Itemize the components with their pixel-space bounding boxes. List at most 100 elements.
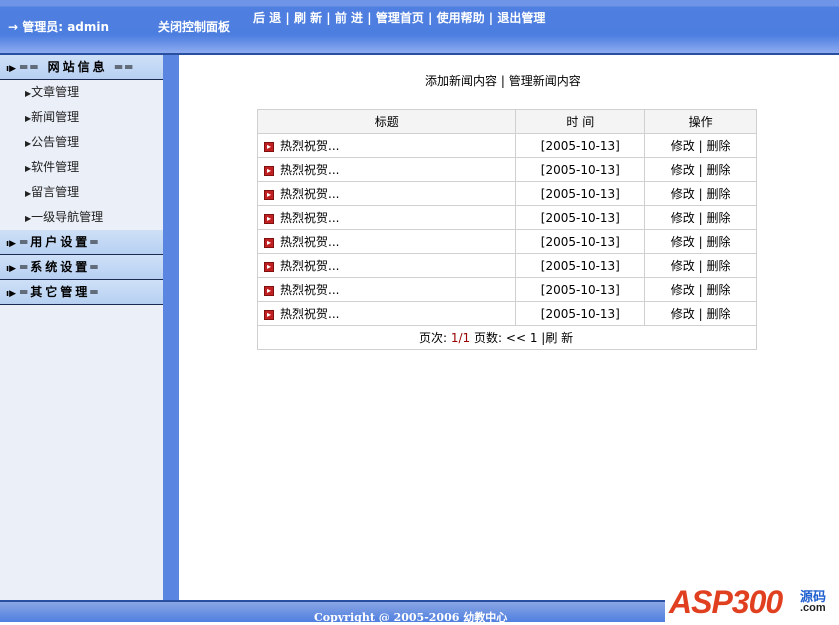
table-row: ▸ 热烈祝贺... [2005-10-13] 修改 | 删除 [256, 181, 757, 206]
news-item-icon: ▸ [264, 213, 274, 224]
sidebar-group-site-info[interactable]: ı▶ ══ 网站信息 ══ [0, 55, 163, 80]
table-row: ▸ 热烈祝贺... [2005-10-13] 修改 | 删除 [256, 205, 757, 230]
col-title: 标题 [256, 109, 517, 134]
news-title-link[interactable]: 热烈祝贺... [280, 259, 339, 273]
col-actions: 操作 [644, 109, 757, 134]
news-table: 标题 时 间 操作 ▸ 热烈祝贺... [2005-10-13] 修改 | 删除 ▸… [256, 109, 757, 350]
delete-link[interactable]: 删除 [706, 163, 730, 177]
prev-page-link[interactable]: << [506, 331, 526, 345]
edit-link[interactable]: 修改 [671, 283, 695, 297]
date-cell: [2005-10-13] [515, 181, 646, 206]
news-item-icon: ▸ [264, 141, 274, 152]
actions-cell: 修改 | 删除 [644, 133, 757, 158]
sidebar-group-label: ══ 网站信息 ══ [20, 60, 136, 74]
title-cell: ▸ 热烈祝贺... [256, 157, 517, 182]
delete-link[interactable]: 删除 [706, 307, 730, 321]
refresh-link[interactable]: |刷 新 [541, 331, 573, 345]
date-cell: [2005-10-13] [515, 229, 646, 254]
edit-link[interactable]: 修改 [671, 163, 695, 177]
admin-label: → 管理员: admin [8, 20, 110, 34]
actions-cell: 修改 | 删除 [644, 253, 757, 278]
sidebar-item-notices[interactable]: ▶公告管理 [0, 130, 163, 155]
actions-cell: 修改 | 删除 [644, 157, 757, 182]
news-title-link[interactable]: 热烈祝贺... [280, 163, 339, 177]
sidebar-item-news[interactable]: ▶新闻管理 [0, 105, 163, 130]
sidebar-toggle-strip[interactable] [163, 55, 179, 600]
table-row: ▸ 热烈祝贺... [2005-10-13] 修改 | 删除 [256, 301, 757, 326]
nav-forward[interactable]: 前 进 [335, 11, 363, 25]
actions-cell: 修改 | 删除 [644, 229, 757, 254]
page-1-link[interactable]: 1 [530, 331, 538, 345]
table-row: ▸ 热烈祝贺... [2005-10-13] 修改 | 删除 [256, 133, 757, 158]
asp300-logo: ASP300 源码 .com [665, 568, 839, 622]
date-cell: [2005-10-13] [515, 157, 646, 182]
col-time: 时 间 [515, 109, 646, 134]
sidebar-group-other[interactable]: ı▶ ═其它管理═ [0, 280, 163, 305]
date-cell: [2005-10-13] [515, 301, 646, 326]
news-item-icon: ▸ [264, 237, 274, 248]
table-row: ▸ 热烈祝贺... [2005-10-13] 修改 | 删除 [256, 253, 757, 278]
pager: 页次: 1/1 页数: << 1 |刷 新 [257, 325, 757, 350]
actions-cell: 修改 | 删除 [644, 301, 757, 326]
nav-admin-home[interactable]: 管理首页 [376, 11, 424, 25]
sidebar-item-messages[interactable]: ▶留言管理 [0, 180, 163, 205]
title-cell: ▸ 热烈祝贺... [256, 253, 517, 278]
table-row: ▸ 热烈祝贺... [2005-10-13] 修改 | 删除 [256, 157, 757, 182]
copyright: Copyright @ 2005-2006 幼教中心 [314, 611, 508, 624]
delete-link[interactable]: 删除 [706, 187, 730, 201]
delete-link[interactable]: 删除 [706, 259, 730, 273]
title-cell: ▸ 热烈祝贺... [256, 301, 517, 326]
title-cell: ▸ 热烈祝贺... [256, 181, 517, 206]
news-item-icon: ▸ [264, 285, 274, 296]
edit-link[interactable]: 修改 [671, 187, 695, 201]
news-title-link[interactable]: 热烈祝贺... [280, 307, 339, 321]
nav-help[interactable]: 使用帮助 [437, 11, 485, 25]
nav-refresh[interactable]: 刷 新 [294, 11, 322, 25]
delete-link[interactable]: 删除 [706, 211, 730, 225]
actions-cell: 修改 | 删除 [644, 205, 757, 230]
actions-cell: 修改 | 删除 [644, 181, 757, 206]
date-cell: [2005-10-13] [515, 133, 646, 158]
top-header: → 管理员: admin 关闭控制面板 后 退 | 刷 新 | 前 进 | 管理… [0, 0, 839, 55]
expand-arrow-icon: ı▶ [6, 264, 17, 274]
date-cell: [2005-10-13] [515, 205, 646, 230]
page-indicator: 1/1 [450, 331, 471, 345]
actions-cell: 修改 | 删除 [644, 277, 757, 302]
nav-back[interactable]: 后 退 [253, 11, 281, 25]
title-cell: ▸ 热烈祝贺... [256, 205, 517, 230]
manage-news-link[interactable]: 管理新闻内容 [509, 74, 581, 88]
news-title-link[interactable]: 热烈祝贺... [280, 235, 339, 249]
sidebar-item-nav[interactable]: ▶一级导航管理 [0, 205, 163, 230]
news-title-link[interactable]: 热烈祝贺... [280, 139, 339, 153]
edit-link[interactable]: 修改 [671, 211, 695, 225]
table-row: ▸ 热烈祝贺... [2005-10-13] 修改 | 删除 [256, 229, 757, 254]
edit-link[interactable]: 修改 [671, 259, 695, 273]
edit-link[interactable]: 修改 [671, 139, 695, 153]
date-cell: [2005-10-13] [515, 253, 646, 278]
news-item-icon: ▸ [264, 165, 274, 176]
title-cell: ▸ 热烈祝贺... [256, 277, 517, 302]
action-links: 添加新闻内容 | 管理新闻内容 [425, 74, 581, 88]
sidebar-item-software[interactable]: ▶软件管理 [0, 155, 163, 180]
sidebar-group-system-settings[interactable]: ı▶ ═系统设置═ [0, 255, 163, 280]
delete-link[interactable]: 删除 [706, 283, 730, 297]
table-row: ▸ 热烈祝贺... [2005-10-13] 修改 | 删除 [256, 277, 757, 302]
title-cell: ▸ 热烈祝贺... [256, 229, 517, 254]
news-title-link[interactable]: 热烈祝贺... [280, 283, 339, 297]
news-item-icon: ▸ [264, 261, 274, 272]
sidebar-item-articles[interactable]: ▶文章管理 [0, 80, 163, 105]
expand-arrow-icon: ı▶ [6, 289, 17, 299]
news-title-link[interactable]: 热烈祝贺... [280, 211, 339, 225]
expand-arrow-icon: ı▶ [6, 64, 17, 74]
delete-link[interactable]: 删除 [706, 235, 730, 249]
sidebar-group-user-settings[interactable]: ı▶ ═用户设置═ [0, 230, 163, 255]
date-cell: [2005-10-13] [515, 277, 646, 302]
title-cell: ▸ 热烈祝贺... [256, 133, 517, 158]
add-news-link[interactable]: 添加新闻内容 [425, 74, 497, 88]
edit-link[interactable]: 修改 [671, 307, 695, 321]
news-title-link[interactable]: 热烈祝贺... [280, 187, 339, 201]
close-panel-link[interactable]: 关闭控制面板 [158, 18, 230, 35]
nav-logout[interactable]: 退出管理 [497, 11, 545, 25]
delete-link[interactable]: 删除 [706, 139, 730, 153]
edit-link[interactable]: 修改 [671, 235, 695, 249]
